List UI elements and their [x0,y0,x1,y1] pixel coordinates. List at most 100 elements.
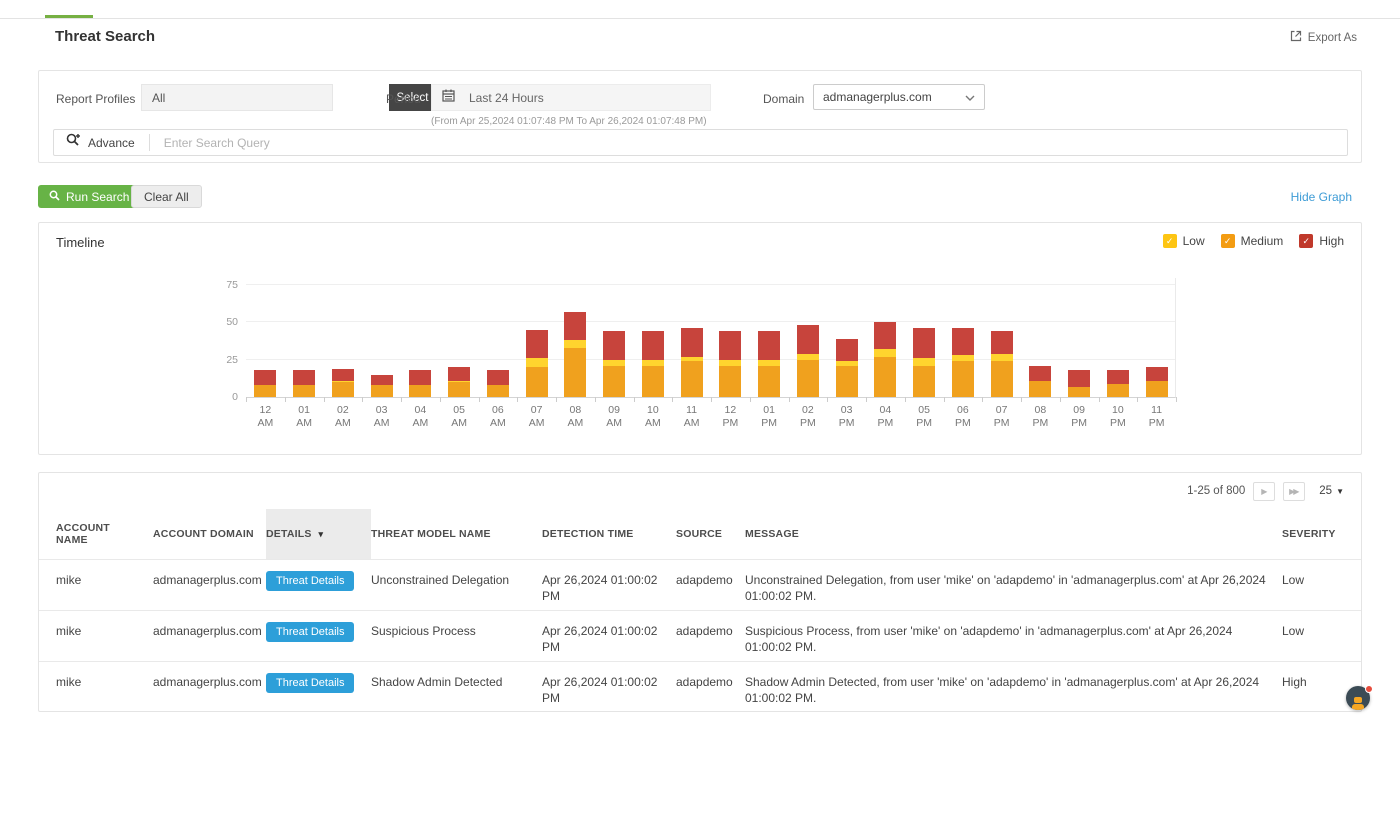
legend-label: Medium [1241,234,1284,248]
period-field[interactable]: Last 24 Hours [431,84,711,111]
x-axis-category-label: 01PM [750,404,789,430]
search-query-input[interactable] [150,136,1347,150]
x-axis-tick [401,397,402,402]
bar-segment-high [1029,366,1051,381]
bar-segment-medium [991,361,1013,397]
cell-details: Threat Details [266,674,371,693]
bar-segment-medium [913,366,935,398]
clear-all-button[interactable]: Clear All [131,185,202,208]
report-profiles-label: Report Profiles [56,92,135,106]
threat-details-button[interactable]: Threat Details [266,622,354,642]
bar-06pm [952,328,974,397]
legend-label: Low [1183,234,1205,248]
bar-segment-medium [1107,384,1129,398]
hide-graph-link[interactable]: Hide Graph [1291,190,1352,204]
cell-details: Threat Details [266,572,371,591]
cell-account-name: mike [56,674,153,690]
cell-threat-model-name: Suspicious Process [371,623,542,639]
x-axis-category-label: 01AM [285,404,324,430]
search-icon [49,190,60,204]
next-page-button[interactable]: ▶ [1253,482,1275,501]
x-axis-tick [362,397,363,402]
assistant-chat-button[interactable] [1346,686,1372,712]
bar-segment-high [991,331,1013,354]
advance-button[interactable]: Advance [54,130,149,155]
table-row: mikeadmanagerplus.comThreat Details Shado… [39,661,1361,712]
column-header-severity: SEVERITY [1282,528,1344,540]
report-profiles-field[interactable]: Select [141,84,333,111]
report-profiles-input[interactable] [142,85,282,110]
x-axis-category-label: 03PM [827,404,866,430]
bar-10pm [1107,370,1129,397]
bar-segment-medium [952,361,974,397]
column-header-details[interactable]: DETAILS▾ [266,509,371,559]
domain-label: Domain [763,92,804,106]
bar-segment-medium [409,385,431,397]
period-range-text: (From Apr 25,2024 01:07:48 PM To Apr 26,… [431,116,707,127]
domain-select[interactable]: admanagerplus.com [813,84,985,110]
legend-item-low[interactable]: ✓Low [1163,234,1205,248]
x-axis-tick [866,397,867,402]
page-title: Threat Search [55,28,155,45]
x-axis-tick [944,397,945,402]
cell-account-name: mike [56,572,153,588]
cell-message: Shadow Admin Detected, from user 'mike' … [745,674,1282,706]
cell-message: Unconstrained Delegation, from user 'mik… [745,572,1282,604]
column-header-source: SOURCE [676,528,745,540]
x-axis-tick [517,397,518,402]
legend-item-medium[interactable]: ✓Medium [1221,234,1284,248]
bar-07am [526,330,548,398]
column-header-detection-time: DETECTION TIME [542,528,676,540]
threat-details-button[interactable]: Threat Details [266,571,354,591]
bar-segment-low [874,349,896,357]
x-axis-category-label: 07AM [517,404,556,430]
cell-account-domain: admanagerplus.com [153,674,266,690]
x-axis-tick [479,397,480,402]
bar-segment-medium [874,357,896,398]
x-axis-tick [672,397,673,402]
results-panel: 1-25 of 800 ▶ ▶▶ 25 ▼ ACCOUNT NAMEACCOUN… [38,472,1362,712]
bar-segment-medium [719,366,741,398]
top-divider [0,18,1400,19]
run-search-button[interactable]: Run Search [38,185,140,208]
table-header: ACCOUNT NAMEACCOUNT DOMAINDETAILS▾THREAT… [39,509,1361,559]
cell-severity: Low [1282,623,1344,639]
bar-03pm [836,339,858,398]
last-page-button[interactable]: ▶▶ [1283,482,1305,501]
x-axis-category-label: 10PM [1099,404,1138,430]
x-axis-category-label: 09PM [1060,404,1099,430]
legend-item-high[interactable]: ✓High [1299,234,1344,248]
bar-02am [332,369,354,398]
bar-segment-medium [564,348,586,398]
x-axis-category-label: 12AM [246,404,285,430]
bar-06am [487,370,509,397]
bar-10am [642,331,664,397]
bar-segment-high [254,370,276,385]
export-as-button[interactable]: Export As [1290,30,1357,45]
bar-segment-high [758,331,780,360]
cell-source: adapdemo [676,623,745,639]
threat-details-button[interactable]: Threat Details [266,673,354,693]
column-header-account-domain: ACCOUNT DOMAIN [153,528,266,540]
x-axis-category-label: 12PM [711,404,750,430]
sort-caret-icon: ▾ [319,529,324,540]
cell-detection-time: Apr 26,2024 01:00:02 PM [542,572,676,604]
table-row: mikeadmanagerplus.comThreat DetailsSuspi… [39,610,1361,661]
x-axis-tick [982,397,983,402]
cell-account-domain: admanagerplus.com [153,623,266,639]
y-axis-tick-label: 25 [210,354,238,366]
bar-11pm [1146,367,1168,397]
bar-segment-high [409,370,431,385]
bar-08pm [1029,366,1051,398]
x-axis-tick [556,397,557,402]
bar-segment-low [526,358,548,367]
bar-segment-high [642,331,664,360]
x-axis-category-label: 04PM [866,404,905,430]
page-size-dropdown[interactable]: 25 ▼ [1319,485,1344,497]
period-value: Last 24 Hours [469,91,544,105]
bar-segment-medium [1068,387,1090,398]
x-axis-category-label: 02PM [789,404,828,430]
bar-segment-medium [797,360,819,398]
x-axis-tick [324,397,325,402]
bar-segment-high [293,370,315,385]
